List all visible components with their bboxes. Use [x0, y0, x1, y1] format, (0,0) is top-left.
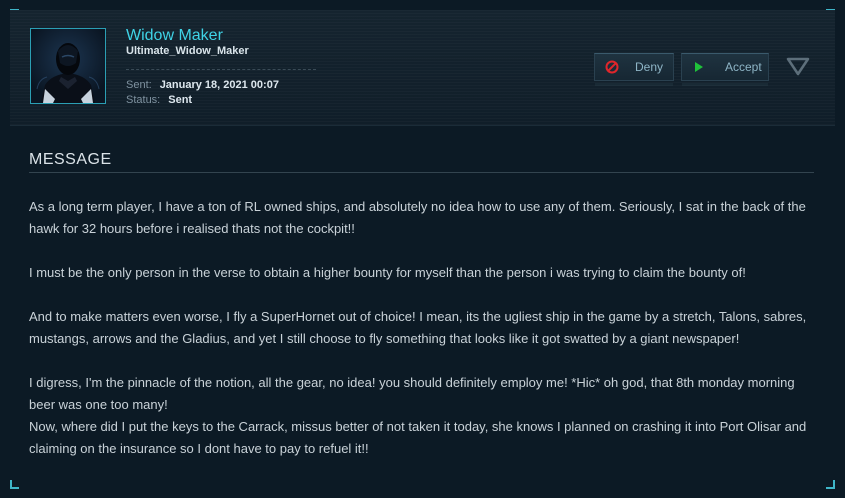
deny-label: Deny	[635, 60, 664, 74]
corner-bracket	[826, 480, 835, 489]
header-divider	[126, 69, 316, 70]
sent-label: Sent:	[126, 79, 152, 91]
message-paragraph: As a long term player, I have a ton of R…	[29, 199, 806, 236]
sent-date: January 18, 2021 00:07	[159, 79, 279, 91]
message-paragraph: I must be the only person in the verse t…	[29, 265, 746, 280]
application-panel: Widow Maker Ultimate_Widow_Maker Sent: Ja…	[0, 0, 845, 498]
sent-row: Sent: January 18, 2021 00:07	[126, 79, 279, 91]
message-section-title: MESSAGE	[29, 151, 112, 168]
play-icon	[691, 59, 707, 75]
accept-label: Accept	[725, 60, 762, 74]
accept-button[interactable]: Accept	[681, 53, 769, 86]
section-divider	[29, 172, 814, 173]
chevron-down-icon[interactable]	[786, 57, 810, 77]
no-entry-icon	[604, 59, 620, 75]
avatar[interactable]	[30, 28, 106, 104]
applicant-header: Widow Maker Ultimate_Widow_Maker Sent: Ja…	[10, 10, 835, 126]
message-paragraph: And to make matters even worse, I fly a …	[29, 309, 807, 346]
status-value: Sent	[168, 94, 193, 106]
message-paragraph: I digress, I'm the pinnacle of the notio…	[29, 375, 795, 412]
sender-handle: Ultimate_Widow_Maker	[126, 45, 249, 57]
status-label: Status:	[126, 94, 161, 106]
corner-bracket	[10, 480, 19, 489]
sender-display-name: Widow Maker	[126, 27, 223, 44]
status-row: Status: Sent	[126, 94, 192, 106]
avatar-image	[31, 29, 105, 103]
message-paragraph: Now, where did I put the keys to the Car…	[29, 419, 807, 456]
deny-button[interactable]: Deny	[594, 53, 674, 86]
message-body: As a long term player, I have a ton of R…	[29, 196, 819, 460]
